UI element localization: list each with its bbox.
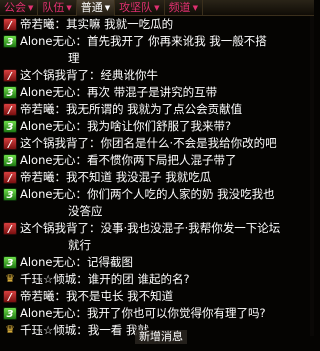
- chat-message-text: Alone无心：你们两个人吃的人家的奶 我没吃我也: [20, 187, 275, 201]
- chevron-down-icon: ▼: [154, 3, 160, 12]
- rank-badge-green-icon: 3: [3, 35, 17, 48]
- rank-badge-green-icon: 3: [3, 154, 17, 167]
- chat-message[interactable]: / 这个锅我背了：没事·我也没混子·我帮你发一下论坛就行: [0, 220, 314, 254]
- rank-badge-red-icon: /: [3, 103, 17, 116]
- chevron-down-icon: ▼: [192, 3, 198, 12]
- chat-message[interactable]: 3 Alone无心：再次 带混子是讲究的互带: [0, 84, 314, 101]
- chat-message-text: 这个锅我背了：你团名是什么·不会是我给你改的吧: [20, 136, 277, 150]
- crown-icon: ♛: [5, 323, 15, 336]
- chevron-down-icon: ▼: [104, 3, 111, 12]
- chevron-down-icon: ▼: [66, 3, 72, 12]
- rank-badge-red-icon: /: [3, 171, 17, 184]
- chat-message[interactable]: / 帝若曦：我无所谓的 我就为了点公会贡献值: [0, 101, 314, 118]
- chat-message[interactable]: 3 Alone无心：首先我开了 你再来讹我 我一般不搭理: [0, 33, 314, 67]
- chat-message-text: 帝若曦：其实嘛 我就一吃瓜的: [20, 17, 174, 31]
- rank-badge-green-icon: 3: [3, 307, 17, 320]
- chat-message-text: 帝若曦：我不是屯长 我不知道: [20, 289, 174, 303]
- chat-message-text: Alone无心：看不惯你两下局把人混子带了: [20, 153, 237, 167]
- chat-message-text: Alone无心：首先我开了 你再来讹我 我一般不搭: [20, 34, 267, 48]
- chat-log[interactable]: / 帝若曦：其实嘛 我就一吃瓜的 3 Alone无心：首先我开了 你再来讹我 我一般不…: [0, 16, 314, 336]
- chat-message[interactable]: 3 Alone无心：我为啥让你们舒服了我来带?: [0, 118, 314, 135]
- crown-icon: ♛: [5, 272, 15, 285]
- tab-channel[interactable]: 频道 ▼: [165, 0, 203, 16]
- chat-message-continuation: 就行: [68, 238, 91, 252]
- rank-badge-red-icon: /: [3, 290, 17, 303]
- tab-team[interactable]: 队伍 ▼: [38, 0, 77, 16]
- rank-badge-red-icon: /: [3, 137, 17, 150]
- chat-message-text: Alone无心：我开了你也可以你觉得你有理了吗?: [20, 306, 266, 320]
- chat-message-text: Alone无心：我为啥让你们舒服了我来带?: [20, 119, 232, 133]
- tab-guild[interactable]: 公会 ▼: [0, 0, 39, 16]
- chat-message-text: 帝若曦：我无所谓的 我就为了点公会贡献值: [20, 102, 243, 116]
- tab-raid-team[interactable]: 攻坚队 ▼: [115, 0, 165, 16]
- chat-message[interactable]: / 这个锅我背了：你团名是什么·不会是我给你改的吧: [0, 135, 314, 152]
- chat-message-text: 千珏☆倾城：谁开的团 谁起的名?: [20, 272, 190, 286]
- chat-message-text: Alone无心：记得截图: [20, 255, 133, 269]
- new-message-button[interactable]: 新增消息: [135, 330, 187, 344]
- chat-message-text: 千珏☆倾城：我一看 我就: [20, 323, 149, 336]
- chat-message-continuation: 没答应: [68, 204, 103, 218]
- chat-message-text: 帝若曦：我不知道 我没混子 我就吃瓜: [20, 170, 212, 184]
- chat-message[interactable]: 3 Alone无心：你们两个人吃的人家的奶 我没吃我也没答应: [0, 186, 314, 220]
- chevron-down-icon: ▼: [28, 3, 34, 12]
- chat-scrollbar[interactable]: [310, 16, 314, 336]
- chat-message[interactable]: 3 Alone无心：看不惯你两下局把人混子带了: [0, 152, 314, 169]
- rank-badge-red-icon: /: [3, 222, 17, 235]
- rank-badge-green-icon: 3: [3, 256, 17, 269]
- chat-message[interactable]: 3 Alone无心：记得截图: [0, 254, 314, 271]
- chat-message[interactable]: / 这个锅我背了：经典讹你牛: [0, 67, 314, 84]
- chat-message-text: Alone无心：再次 带混子是讲究的互带: [20, 85, 218, 99]
- tab-normal[interactable]: 普通 ▼: [76, 0, 116, 16]
- chat-message[interactable]: 3 Alone无心：我开了你也可以你觉得你有理了吗?: [0, 305, 314, 322]
- chat-message[interactable]: / 帝若曦：我不知道 我没混子 我就吃瓜: [0, 169, 314, 186]
- rank-badge-red-icon: /: [3, 69, 17, 82]
- chat-message-text: 这个锅我背了：没事·我也没混子·我帮你发一下论坛: [20, 221, 281, 235]
- rank-badge-green-icon: 3: [3, 86, 17, 99]
- chat-channel-tabs: 公会 ▼ 队伍 ▼ 普通 ▼ 攻坚队 ▼ 频道 ▼: [0, 0, 314, 16]
- chat-message-continuation: 理: [68, 51, 80, 65]
- rank-badge-green-icon: 3: [3, 188, 17, 201]
- chat-message[interactable]: / 帝若曦：其实嘛 我就一吃瓜的: [0, 16, 314, 33]
- rank-badge-red-icon: /: [3, 18, 17, 31]
- rank-badge-green-icon: 3: [3, 120, 17, 133]
- chat-message[interactable]: ♛ 千珏☆倾城：谁开的团 谁起的名?: [0, 271, 314, 288]
- chat-message[interactable]: / 帝若曦：我不是屯长 我不知道: [0, 288, 314, 305]
- chat-message-text: 这个锅我背了：经典讹你牛: [20, 68, 158, 82]
